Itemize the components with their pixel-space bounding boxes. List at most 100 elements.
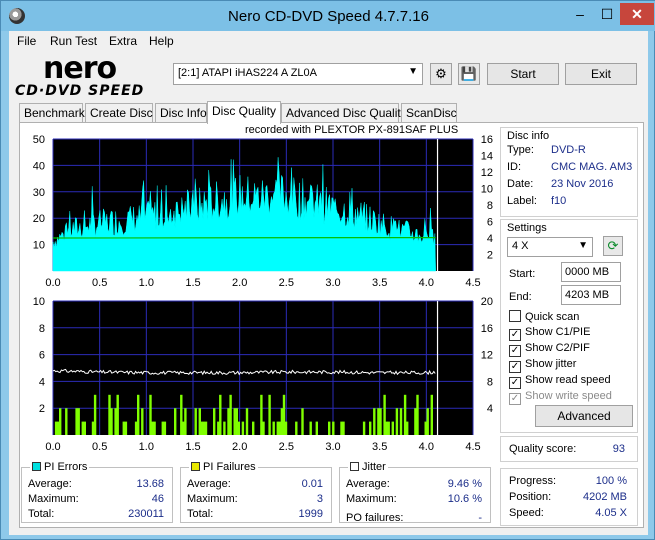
pi-failure-bar	[93, 394, 97, 435]
pi-failure-bar	[399, 408, 403, 435]
pi-failure-bar	[141, 408, 144, 435]
pie-x-tick-label: 1.0	[139, 277, 154, 289]
pif-x-tick-label: 4.0	[419, 441, 434, 451]
pi-failure-bar	[406, 421, 409, 435]
jitter-box: Jitter Average: 9.46 % Maximum: 10.6 % P…	[339, 461, 491, 524]
pi-failure-bar	[262, 421, 265, 435]
position-value: 4202 MB	[582, 491, 627, 503]
pi-failure-bar	[174, 408, 177, 435]
pi-failures-total: 1999	[298, 508, 323, 520]
pif-x-tick-label: 1.0	[139, 441, 154, 451]
pi-failures-swatch	[191, 462, 200, 471]
speed-select[interactable]: 4 X ▼	[507, 237, 593, 257]
checkbox-label: Show read speed	[525, 374, 611, 386]
pi-failure-bar	[116, 394, 119, 435]
disc-label: f10	[551, 195, 567, 207]
title-bar[interactable]: Nero CD-DVD Speed 4.7.7.16 – ☐ ✕	[1, 1, 655, 31]
pie-x-tick-label: 2.0	[232, 277, 247, 289]
pi-failure-bar	[387, 421, 390, 435]
pie-y-left-tick-label: 50	[33, 134, 45, 146]
checkbox-box: ✓	[509, 377, 521, 389]
pi-failure-bar	[373, 408, 376, 435]
pi-failures-avg: 0.01	[301, 478, 323, 490]
pi-failure-bar	[362, 421, 366, 435]
tab-disc-quality[interactable]: Disc Quality	[207, 101, 281, 124]
maximize-button[interactable]: ☐	[594, 3, 620, 25]
pi-failure-bar	[276, 421, 279, 435]
pi-failure-bar	[122, 421, 125, 435]
pi-failure-bar	[328, 421, 331, 435]
minimize-button[interactable]: –	[566, 3, 594, 25]
pi-failure-bar	[180, 394, 183, 435]
pie-y-left-tick-label: 20	[33, 213, 45, 225]
end-field[interactable]: 4203 MB	[561, 285, 621, 305]
app-window: Nero CD-DVD Speed 4.7.7.16 – ☐ ✕ File Ru…	[0, 0, 655, 540]
pif-x-tick-label: 3.0	[325, 441, 340, 451]
checkbox-label: Show C1/PIE	[525, 326, 591, 338]
pi-failure-bar	[272, 421, 275, 435]
advanced-button[interactable]: Advanced	[535, 405, 633, 427]
checkbox-show-c1-pie[interactable]: ✓ Show C1/PIE	[509, 326, 590, 341]
pi-failure-bar	[430, 394, 433, 435]
window-title: Nero CD-DVD Speed 4.7.7.16	[228, 8, 429, 25]
checkbox-show-c2-pif[interactable]: ✓ Show C2/PIF	[509, 342, 590, 357]
checkbox-quick-scan[interactable]: Quick scan	[509, 310, 579, 323]
checkbox-box: ✓	[509, 329, 521, 341]
exit-button[interactable]: Exit	[565, 63, 637, 85]
pi-failure-bar	[202, 421, 206, 435]
pi-failure-bar	[395, 408, 399, 435]
pie-x-tick-label: 4.5	[465, 277, 480, 289]
pie-y-right-tick-label: 4	[487, 233, 493, 245]
pi-failure-bar	[153, 421, 156, 435]
pif-y-right-tick-label: 4	[487, 403, 493, 415]
pie-y-right-tick-label: 12	[481, 167, 493, 179]
pie-y-right-tick-label: 10	[481, 184, 493, 196]
pi-failure-bar	[114, 408, 117, 435]
pi-failure-bar	[77, 408, 80, 435]
pi-failure-bar	[91, 421, 95, 435]
pi-failure-bar	[56, 421, 60, 435]
pie-y-right-tick-label: 2	[487, 250, 493, 262]
pi-failure-bar	[75, 408, 78, 435]
jitter-avg: 9.46 %	[447, 478, 482, 490]
jitter-swatch	[350, 462, 359, 471]
pif-x-tick-label: 1.5	[185, 441, 200, 451]
pie-y-right-tick-label: 8	[487, 200, 493, 212]
pif-y-left-tick-label: 4	[39, 376, 45, 388]
pi-failure-bar	[280, 408, 284, 435]
disc-type: DVD-R	[551, 144, 586, 156]
settings-title: Settings	[507, 222, 547, 234]
jitter-title: Jitter	[348, 461, 388, 473]
pi-failure-bar	[426, 408, 429, 435]
pi-errors-box: PI Errors Average: 13.68 Maximum: 46 Tot…	[21, 461, 173, 523]
chevron-down-icon: ▼	[578, 240, 588, 251]
refresh-icon[interactable]: ⟳	[603, 236, 623, 256]
pi-failure-bar	[403, 394, 407, 435]
date-label: Date:	[507, 178, 534, 190]
pi-failure-bar	[342, 421, 345, 435]
pie-y-left-tick-label: 30	[33, 187, 45, 199]
pi-errors-swatch	[32, 462, 41, 471]
pi-failure-bar	[184, 408, 187, 435]
checkbox-label: Quick scan	[525, 311, 580, 323]
disc-info-title: Disc info	[507, 130, 550, 142]
speed-label: Speed:	[509, 507, 544, 519]
id-label: ID:	[507, 161, 522, 173]
pi-failure-bar	[414, 408, 417, 435]
checkbox-show-read-speed[interactable]: ✓ Show read speed	[509, 374, 611, 389]
checkbox-show-jitter[interactable]: ✓ Show jitter	[509, 358, 576, 373]
pi-failure-bar	[223, 421, 226, 435]
checkbox-label: Show write speed	[525, 390, 612, 402]
pi-failure-bar	[237, 421, 240, 435]
pie-y-right-tick-label: 14	[481, 151, 493, 163]
pif-y-left-tick-label: 8	[39, 323, 45, 335]
pi-failure-bar	[59, 408, 62, 435]
pie-x-tick-label: 0.5	[92, 277, 107, 289]
pi-failure-bar	[137, 394, 140, 435]
checkbox-box	[509, 310, 521, 322]
start-field[interactable]: 0000 MB	[561, 262, 621, 282]
position-label: Position:	[509, 491, 552, 503]
pif-y-right-tick-label: 20	[481, 296, 493, 308]
pi-failure-bar	[227, 408, 230, 435]
close-button[interactable]: ✕	[620, 3, 654, 25]
